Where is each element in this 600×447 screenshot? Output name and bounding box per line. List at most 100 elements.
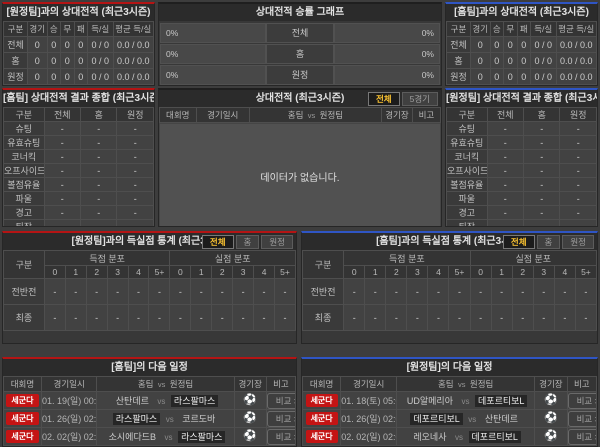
bin-header: 4 <box>254 266 275 279</box>
tab-home[interactable]: 홈 <box>236 235 260 249</box>
row-label: 오프사이드 <box>4 164 45 178</box>
record-cell: 0 <box>61 53 75 69</box>
goal-cell: - <box>86 279 107 305</box>
stat-cell: - <box>560 220 597 228</box>
row-label: 볼점유율 <box>447 178 488 192</box>
compare-button[interactable]: 비교 > <box>568 393 597 409</box>
vs-label: vs <box>308 111 316 120</box>
stat-cell: - <box>81 206 117 220</box>
tab-away[interactable]: 원정 <box>261 235 293 249</box>
record-row: 전체 0 0 0 0 0 / 0 0.0 / 0.0 <box>4 37 154 53</box>
tab-all[interactable]: 전체 <box>368 92 400 106</box>
stat-row: 코너킥 - - - <box>447 150 597 164</box>
record-cell: 0 / 0 <box>531 37 557 53</box>
compare-button[interactable]: 비교 > <box>568 411 597 427</box>
winrate-bar-home-side: 0% <box>160 65 266 85</box>
bin-header: 2 <box>386 266 407 279</box>
home-team: 소시에다드B <box>106 431 159 443</box>
panel-title: [원정팀]과의 상대전적 (최근3시즌) <box>3 4 154 21</box>
away-team: 데포르티보L <box>475 395 527 407</box>
panel-title: 상대전적 (최근3시즌) 전체 5경기 <box>159 90 441 107</box>
datetime-cell: 02. 02(일) 02:00 <box>41 428 96 446</box>
tab-last5[interactable]: 5경기 <box>402 92 438 106</box>
away-team: 산탄데르 <box>482 413 521 425</box>
bin-header: 2 <box>212 266 233 279</box>
record-cell: 0 <box>28 37 48 53</box>
stat-cell: - <box>44 178 80 192</box>
h2h-record-table: 구분 경기 승 무 패 득/실 평균 득/실 전체 0 0 0 0 0 / 0 … <box>446 21 597 85</box>
goal-cell: - <box>512 279 533 305</box>
stat-cell: - <box>487 220 523 228</box>
datetime-cell: 01. 26(일) 02:00 <box>41 410 96 428</box>
tab-away[interactable]: 원정 <box>562 235 594 249</box>
bin-header: 3 <box>533 266 554 279</box>
league-badge: 세군다 <box>6 394 38 407</box>
goal-stat-row: 전반전 - - - - - - - - - - - - <box>4 279 296 305</box>
stat-cell: - <box>560 192 597 206</box>
league-badge: 세군다 <box>306 430 338 443</box>
row-label: 코너킥 <box>447 150 488 164</box>
col-header: 홈 <box>81 108 117 122</box>
stat-row: 슈팅 - - - <box>4 122 154 136</box>
record-cell: 0 <box>504 37 518 53</box>
tab-group: 전체 5경기 <box>366 92 438 106</box>
goal-cell: - <box>128 305 149 331</box>
stat-cell: - <box>44 192 80 206</box>
stadium-cell: ⚽ <box>234 428 266 446</box>
home-team: 데포르티보L <box>410 413 462 425</box>
schedule-row: 세군다 02. 02(일) 02:00 소시에다드B vs 라스팔마스 ⚽ 비교… <box>4 428 296 446</box>
col-header: 전체 <box>44 108 80 122</box>
bin-header: 5+ <box>575 266 596 279</box>
record-cell: 0 <box>61 69 75 85</box>
goal-cell: - <box>191 305 212 331</box>
col-header: 무 <box>61 22 75 37</box>
compare-button[interactable]: 비교 > <box>267 429 296 445</box>
record-cell: 0 <box>504 69 518 85</box>
compare-button[interactable]: 비교 > <box>267 411 296 427</box>
row-label: 최종 <box>303 305 344 331</box>
goal-cell: - <box>407 279 428 305</box>
datetime-cell: 01. 19(일) 00:15 <box>41 392 96 410</box>
tab-all[interactable]: 전체 <box>202 235 234 249</box>
stat-cell: - <box>44 122 80 136</box>
schedule-table: 대회명 경기일시 홈팀 vs 원정팀 경기장 비고 세군다 01. 19(일) … <box>3 376 296 446</box>
goal-cell: - <box>149 305 170 331</box>
stat-cell: - <box>117 178 154 192</box>
record-cell: 0 / 0 <box>531 69 557 85</box>
note-cell: 비교 > <box>266 410 295 428</box>
stadium-cell: ⚽ <box>535 392 567 410</box>
stat-cell: - <box>117 220 154 228</box>
goal-cell: - <box>449 305 470 331</box>
stat-cell: - <box>44 150 80 164</box>
table-header-row: 구분 득점 분포 실점 분포 <box>303 251 597 266</box>
goal-cell: - <box>533 279 554 305</box>
row-label: 퇴장 <box>4 220 45 228</box>
record-cell: 0 <box>471 69 491 85</box>
goal-cell: - <box>428 305 449 331</box>
row-label: 파울 <box>4 192 45 206</box>
record-cell: 0.0 / 0.0 <box>113 37 154 53</box>
panel-title: 상대전적 승률 그래프 <box>159 4 441 21</box>
record-cell: 0 <box>74 37 88 53</box>
stat-cell: - <box>560 178 597 192</box>
away-team: 라스팔마스 <box>171 395 218 407</box>
stat-cell: - <box>117 192 154 206</box>
stat-cell: - <box>487 178 523 192</box>
stat-row: 볼점유율 - - - <box>4 178 154 192</box>
tab-home[interactable]: 홈 <box>537 235 561 249</box>
league-cell: 세군다 <box>303 428 341 446</box>
compare-button[interactable]: 비교 > <box>267 393 296 409</box>
col-header-stadium: 경기장 <box>535 377 567 392</box>
record-cell: 0 <box>28 69 48 85</box>
record-row: 홈 0 0 0 0 0 / 0 0.0 / 0.0 <box>4 53 154 69</box>
soccer-ball-icon: ⚽ <box>243 412 257 424</box>
col-header: 평균 득/실 <box>556 22 597 37</box>
tab-all[interactable]: 전체 <box>503 235 535 249</box>
col-header-match: 홈팀 vs 원정팀 <box>249 108 381 123</box>
compare-button[interactable]: 비교 > <box>568 429 597 445</box>
stat-row: 오프사이드 - - - <box>447 164 597 178</box>
league-badge: 세군다 <box>306 394 338 407</box>
stat-cell: - <box>487 206 523 220</box>
note-cell: 비교 > <box>266 428 295 446</box>
bin-header: 3 <box>107 266 128 279</box>
